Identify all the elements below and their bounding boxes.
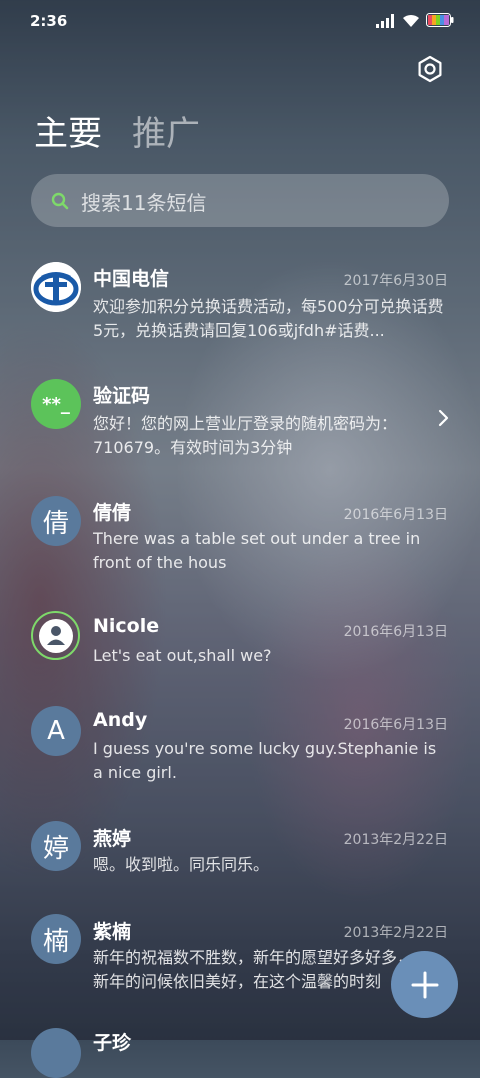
avatar: A xyxy=(31,706,81,756)
message-preview: 您好！您的网上营业厅登录的随机密码为：710679。有效时间为3分钟 xyxy=(93,414,398,457)
contact-name: 倩倩 xyxy=(93,502,132,524)
avatar xyxy=(31,262,81,312)
message-preview: 欢迎参加积分兑换话费活动，每500分可兑换话费5元，兑换话费请回复106或jfd… xyxy=(93,297,444,340)
search-icon xyxy=(51,192,69,210)
contact-name: 紫楠 xyxy=(93,921,132,943)
search-bar[interactable]: 搜索11条短信 xyxy=(31,174,449,227)
avatar: 楠 xyxy=(31,914,81,964)
message-preview: I guess you're some lucky guy.Stephanie … xyxy=(93,739,437,782)
contact-name: 中国电信 xyxy=(93,268,170,290)
person-icon xyxy=(38,618,73,653)
message-date: 2016年6月13日 xyxy=(343,507,448,523)
message-preview: 新年的祝福数不胜数，新年的愿望好多好多，新年的问候依旧美好，在这个温馨的时刻 xyxy=(93,948,414,991)
message-date: 2013年2月22日 xyxy=(343,832,448,848)
tab-promotions[interactable]: 推广 xyxy=(132,106,200,155)
message-date: 2017年6月30日 xyxy=(343,273,448,289)
new-message-button[interactable] xyxy=(391,951,458,1018)
wifi-icon xyxy=(403,14,419,27)
message-preview: There was a table set out under a tree i… xyxy=(93,529,421,572)
contact-name: 验证码 xyxy=(93,385,151,407)
battery-icon xyxy=(426,13,454,27)
message-date: 2016年6月13日 xyxy=(343,717,448,733)
contact-name: 燕婷 xyxy=(93,828,132,850)
message-preview: Let's eat out,shall we? xyxy=(93,646,272,665)
contact-name: Andy xyxy=(93,709,148,731)
tab-main[interactable]: 主要 xyxy=(34,106,102,155)
avatar: **_ xyxy=(31,379,81,429)
contact-name: 子珍 xyxy=(93,1032,132,1054)
china-telecom-logo-icon xyxy=(31,262,81,312)
cellular-signal-icon xyxy=(376,14,394,28)
avatar: 倩 xyxy=(31,496,81,546)
message-date: 2016年6月13日 xyxy=(343,624,448,640)
avatar xyxy=(31,1028,81,1078)
contact-name: Nicole xyxy=(93,615,160,637)
status-time: 2:36 xyxy=(30,12,68,30)
message-preview: 嗯。收到啦。同乐同乐。 xyxy=(93,855,270,874)
avatar: 婷 xyxy=(31,821,81,871)
settings-gear-icon[interactable] xyxy=(416,55,444,83)
plus-icon xyxy=(411,971,438,998)
status-bar: 2:36 xyxy=(0,0,480,40)
avatar xyxy=(31,611,80,660)
search-placeholder: 搜索11条短信 xyxy=(81,191,207,215)
message-date: 2013年2月22日 xyxy=(343,925,448,941)
